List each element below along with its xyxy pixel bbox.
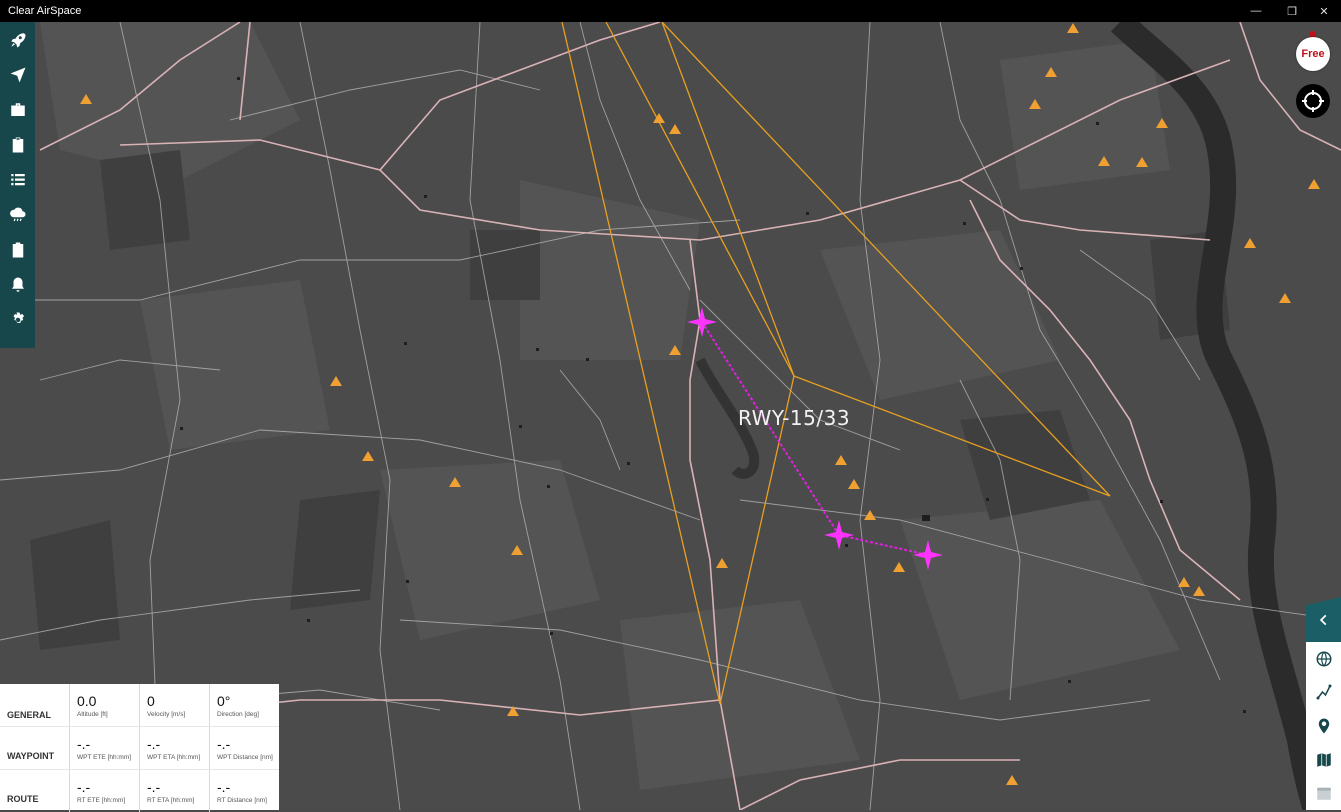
map-pin-icon xyxy=(1318,718,1329,734)
route-icon xyxy=(1316,684,1331,700)
rt-ete-cell: -.- RT ETE [hh:mm] xyxy=(69,770,138,812)
title-bar: Clear AirSpace — ❐ ✕ xyxy=(0,0,1341,22)
sidebar-item-launch[interactable] xyxy=(0,22,35,57)
wpt-eta-value: -.- xyxy=(147,736,161,752)
wpt-eta-cell: -.- WPT ETA [hh:mm] xyxy=(139,727,208,769)
left-sidebar xyxy=(0,22,35,348)
runway-label: RWY-15/33 xyxy=(738,406,851,430)
clipboard-check-icon xyxy=(12,242,23,257)
tool-map[interactable] xyxy=(1306,743,1341,777)
rocket-icon xyxy=(10,32,25,47)
general-row: GENERAL 0.0 Altitude [ft] 0 Velocity [m/… xyxy=(0,684,279,726)
route-label: ROUTE xyxy=(7,794,39,804)
free-plan-button[interactable]: Free xyxy=(1296,37,1330,71)
sidebar-item-alerts[interactable] xyxy=(0,267,35,302)
restore-button[interactable]: ❐ xyxy=(1275,0,1309,22)
wpt-ete-caption: WPT ETE [hh:mm] xyxy=(77,754,132,761)
rt-eta-value: -.- xyxy=(147,779,161,795)
list-icon xyxy=(10,173,25,185)
navigation-arrow-icon xyxy=(10,67,25,82)
general-label: GENERAL xyxy=(7,710,52,720)
sidebar-item-weather[interactable] xyxy=(0,197,35,232)
wpt-eta-caption: WPT ETA [hh:mm] xyxy=(147,754,201,761)
velocity-cell: 0 Velocity [m/s] xyxy=(139,684,208,726)
map-icon xyxy=(1316,752,1331,767)
clipboard-icon xyxy=(12,137,23,152)
altitude-caption: Altitude [ft] xyxy=(77,711,108,718)
sidebar-item-navigate[interactable] xyxy=(0,57,35,92)
waypoint-row: WAYPOINT -.- WPT ETE [hh:mm] -.- WPT ETA… xyxy=(0,727,279,769)
crosshair-icon xyxy=(1302,90,1324,112)
window-title: Clear AirSpace xyxy=(8,5,82,17)
tool-route[interactable] xyxy=(1306,676,1341,710)
tool-globe[interactable] xyxy=(1306,642,1341,676)
wpt-distance-value: -.- xyxy=(217,736,231,752)
route-row: ROUTE -.- RT ETE [hh:mm] -.- RT ETA [hh:… xyxy=(0,770,279,812)
wpt-ete-value: -.- xyxy=(77,736,91,752)
rt-distance-caption: RT Distance [nm] xyxy=(217,797,267,804)
direction-cell: 0° Direction [deg] xyxy=(209,684,278,726)
briefcase-icon xyxy=(10,102,25,116)
altitude-cell: 0.0 Altitude [ft] xyxy=(69,684,138,726)
waypoint-label: WAYPOINT xyxy=(7,751,55,761)
bell-icon xyxy=(11,277,24,292)
rt-distance-value: -.- xyxy=(217,779,231,795)
calendar-icon xyxy=(1316,787,1331,800)
wpt-ete-cell: -.- WPT ETE [hh:mm] xyxy=(69,727,138,769)
locate-button[interactable] xyxy=(1296,84,1330,118)
weather-icon xyxy=(9,207,25,221)
rt-eta-cell: -.- RT ETA [hh:mm] xyxy=(139,770,208,812)
wpt-distance-caption: WPT Distance [nm] xyxy=(217,754,273,761)
wpt-distance-cell: -.- WPT Distance [nm] xyxy=(209,727,278,769)
sidebar-item-equipment[interactable] xyxy=(0,92,35,127)
direction-value: 0° xyxy=(217,693,231,709)
sidebar-item-settings[interactable] xyxy=(0,302,35,337)
rt-distance-cell: -.- RT Distance [nm] xyxy=(209,770,278,812)
direction-caption: Direction [deg] xyxy=(217,711,259,718)
velocity-caption: Velocity [m/s] xyxy=(147,711,186,718)
velocity-value: 0 xyxy=(147,693,155,709)
rt-eta-caption: RT ETA [hh:mm] xyxy=(147,797,195,804)
sidebar-item-checklist[interactable] xyxy=(0,127,35,162)
tool-calendar[interactable] xyxy=(1306,776,1341,810)
sidebar-item-list[interactable] xyxy=(0,162,35,197)
land-patches xyxy=(40,22,1180,790)
globe-icon xyxy=(1316,651,1331,667)
tool-pin[interactable] xyxy=(1306,709,1341,743)
altitude-value: 0.0 xyxy=(77,693,97,709)
chevron-left-icon xyxy=(1319,614,1326,625)
rt-ete-caption: RT ETE [hh:mm] xyxy=(77,797,126,804)
sidebar-item-logbook[interactable] xyxy=(0,232,35,267)
gear-icon xyxy=(13,312,24,323)
telemetry-panel: GENERAL 0.0 Altitude [ft] 0 Velocity [m/… xyxy=(0,684,279,812)
rt-ete-value: -.- xyxy=(77,779,91,795)
right-tool-panel xyxy=(1306,642,1341,810)
minimize-button[interactable]: — xyxy=(1239,0,1273,22)
close-button[interactable]: ✕ xyxy=(1307,0,1341,22)
